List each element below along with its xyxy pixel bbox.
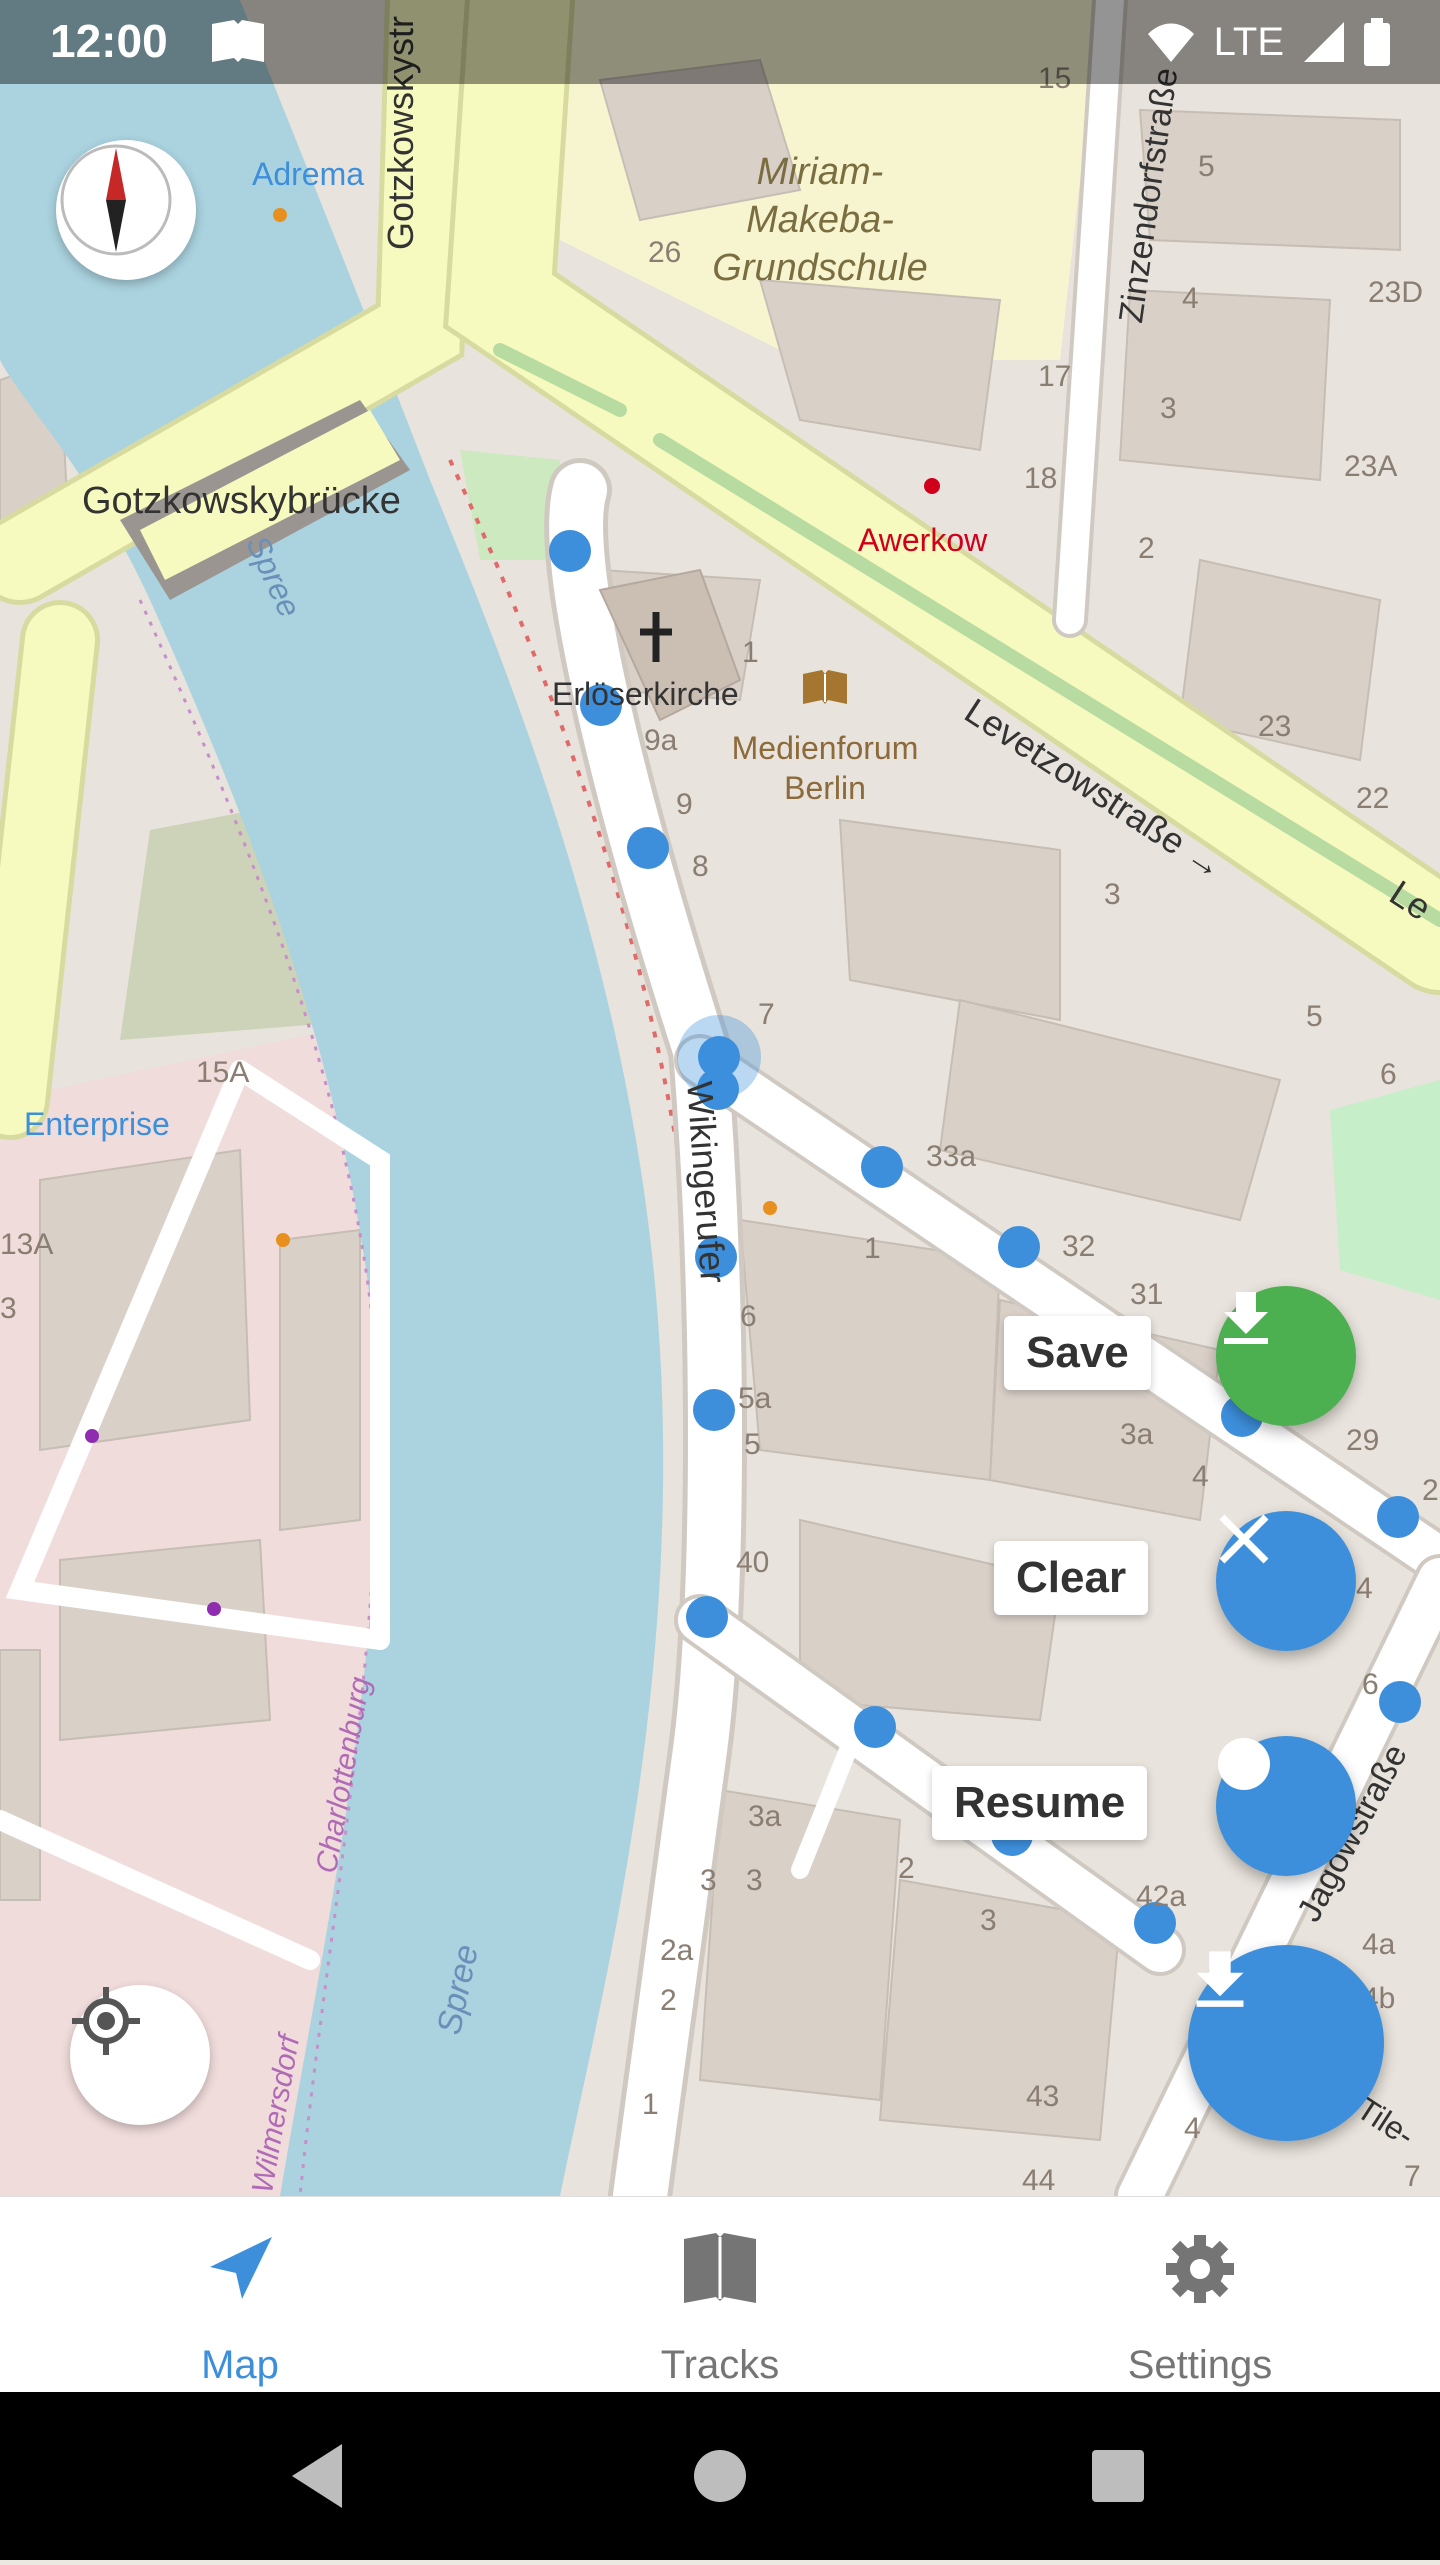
house-number: 44 xyxy=(1022,2164,1056,2196)
map-view[interactable]: Miriam- Makeba- Grundschule Gotzkowskybr… xyxy=(0,0,1440,2196)
compass-icon xyxy=(60,144,172,256)
house-number: 7 xyxy=(1404,2160,1421,2193)
house-number: 2 xyxy=(1422,1474,1439,1507)
house-number: 3a xyxy=(1120,1418,1154,1451)
compass-button[interactable] xyxy=(56,140,196,280)
nav-label-map: Map xyxy=(201,2343,279,2387)
clear-button[interactable] xyxy=(1216,1511,1356,1651)
house-number: 13A xyxy=(0,1228,54,1261)
signal-icon xyxy=(1304,22,1344,62)
resume-button[interactable] xyxy=(1216,1736,1356,1876)
house-number: 5 xyxy=(744,1428,761,1461)
resume-label[interactable]: Resume xyxy=(932,1766,1148,1840)
download-icon xyxy=(1224,1292,1268,1344)
network-type: LTE xyxy=(1213,19,1284,64)
map-book-icon xyxy=(210,18,266,71)
book-icon xyxy=(800,668,850,708)
house-number: 43 xyxy=(1026,2080,1060,2113)
house-number: 2 xyxy=(898,1852,915,1885)
nav-item-map[interactable]: Map xyxy=(90,2197,390,2393)
map-label-church: Erlöserkirche xyxy=(552,676,739,712)
house-number: 1 xyxy=(864,1232,881,1265)
house-number: 4 xyxy=(1356,1572,1373,1605)
house-number: 23 xyxy=(1258,710,1292,743)
recents-icon[interactable] xyxy=(1092,2450,1144,2502)
save-button[interactable] xyxy=(1216,1286,1356,1426)
house-number: 3a xyxy=(748,1800,782,1833)
house-number: 6 xyxy=(1380,1058,1397,1091)
house-number: 3 xyxy=(746,1864,763,1897)
gear-icon xyxy=(1166,2235,1234,2303)
map-label-adrema: Adrema xyxy=(252,156,365,192)
house-number: 5a xyxy=(738,1382,772,1415)
house-number: 17 xyxy=(1038,360,1072,393)
status-bar: 12:00 LTE xyxy=(0,0,1440,84)
house-number: 18 xyxy=(1024,462,1058,495)
house-number: 3 xyxy=(980,1904,997,1937)
map-label-awerkow: Awerkow xyxy=(858,522,988,558)
wifi-icon xyxy=(1147,23,1194,62)
house-number: 5 xyxy=(1306,1000,1323,1033)
save-label[interactable]: Save xyxy=(1004,1316,1151,1390)
bottom-navigation: Map Tracks Settings xyxy=(0,2196,1440,2393)
house-number: 3 xyxy=(1104,878,1121,911)
house-number: 33a xyxy=(926,1140,977,1173)
nav-item-settings[interactable]: Settings xyxy=(1050,2197,1350,2393)
house-number: 3 xyxy=(700,1864,717,1897)
house-number: 2 xyxy=(660,1984,677,2017)
house-number: 1 xyxy=(742,636,759,669)
house-number: 29 xyxy=(1346,1424,1380,1457)
battery-icon xyxy=(1364,18,1390,66)
map-label-school: Miriam- Makeba- Grundschule xyxy=(712,151,928,289)
house-number: 4 xyxy=(1182,282,1199,315)
house-number: 4a xyxy=(1362,1928,1396,1961)
house-number: 3 xyxy=(1160,392,1177,425)
house-number: 4 xyxy=(1192,1460,1209,1493)
record-icon xyxy=(1218,1738,1270,1790)
map-label-bridge: Gotzkowskybrücke xyxy=(82,480,401,522)
house-number: 1 xyxy=(642,2088,659,2121)
house-number: 15A xyxy=(196,1056,250,1089)
status-time: 12:00 xyxy=(50,15,168,67)
house-number: 23A xyxy=(1344,450,1398,483)
house-number: 3 xyxy=(0,1292,17,1325)
nav-label-settings: Settings xyxy=(1127,2343,1273,2387)
main-fab-button[interactable] xyxy=(1188,1945,1384,2141)
navigation-arrow-icon xyxy=(210,2237,272,2299)
map-label-medienforum: Medienforum Berlin xyxy=(731,730,919,806)
house-number: 5 xyxy=(1198,150,1215,183)
house-number: 7 xyxy=(758,998,775,1031)
house-number: 23D xyxy=(1368,276,1424,309)
house-number: 6 xyxy=(1362,1668,1379,1701)
house-number: 2a xyxy=(660,1934,694,1967)
map-book-icon xyxy=(684,2233,756,2303)
house-number: 6 xyxy=(740,1300,757,1333)
back-icon[interactable] xyxy=(292,2444,342,2508)
house-number: 26 xyxy=(648,236,682,269)
crosshair-icon xyxy=(72,1987,140,2055)
house-number: 40 xyxy=(736,1546,770,1579)
house-number: 31 xyxy=(1130,1278,1164,1311)
system-navigation-bar xyxy=(0,2392,1440,2560)
nav-item-tracks[interactable]: Tracks xyxy=(570,2197,870,2393)
house-number: 32 xyxy=(1062,1230,1096,1263)
close-icon xyxy=(1219,1514,1269,1564)
house-number: 9a xyxy=(644,724,678,757)
my-location-button[interactable] xyxy=(70,1985,210,2125)
clear-label[interactable]: Clear xyxy=(994,1541,1149,1615)
house-number: 42a xyxy=(1136,1880,1187,1913)
house-number: 8 xyxy=(692,850,709,883)
house-number: 22 xyxy=(1356,782,1390,815)
download-icon xyxy=(1196,1951,1244,2007)
house-number: 9 xyxy=(676,788,693,821)
house-number: 4 xyxy=(1184,2112,1201,2145)
home-icon[interactable] xyxy=(694,2450,746,2502)
map-label-enterprise: Enterprise xyxy=(24,1106,170,1142)
nav-label-tracks: Tracks xyxy=(660,2343,780,2387)
house-number: 2 xyxy=(1138,532,1155,565)
